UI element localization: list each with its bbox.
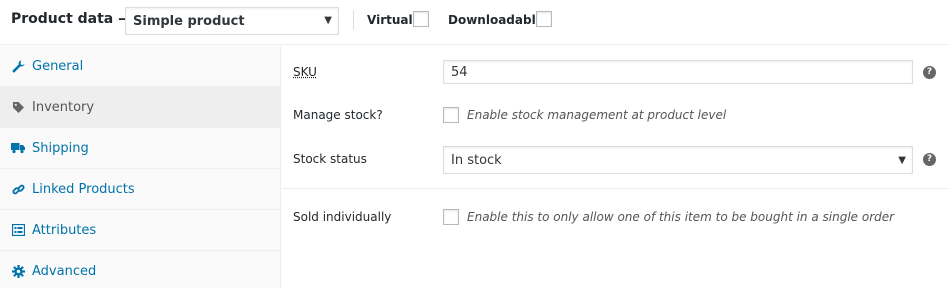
tab-general-label: General <box>32 59 84 74</box>
virtual-label: Virtual: <box>367 13 418 27</box>
truck-icon <box>11 140 25 156</box>
product-data-header: Product data — Simple product ▼ Virtual:… <box>0 0 949 45</box>
tag-icon <box>11 99 25 115</box>
stock-status-select[interactable]: In stock ▼ <box>443 146 913 174</box>
tab-general[interactable]: General <box>0 46 280 87</box>
tab-shipping[interactable]: Shipping <box>0 128 280 169</box>
product-type-value: Simple product <box>133 14 245 29</box>
product-data-tabs: General Inventory Shipping Linked Produc… <box>0 46 281 288</box>
downloadable-checkbox[interactable] <box>536 11 552 27</box>
sold-individually-label: Sold individually <box>293 210 392 224</box>
tab-shipping-label: Shipping <box>32 141 89 156</box>
chevron-down-icon: ▼ <box>324 15 332 26</box>
sold-individually-description: Enable this to only allow one of this it… <box>467 210 895 224</box>
sku-input[interactable]: 54 <box>443 60 913 84</box>
inventory-panel: SKU 54 ? Manage stock? Enable stock mana… <box>282 46 949 288</box>
wrench-icon <box>11 58 25 74</box>
sold-individually-checkbox[interactable] <box>443 209 459 225</box>
gear-icon <box>11 263 25 279</box>
stock-status-help-icon[interactable]: ? <box>923 153 936 166</box>
tab-linked-products[interactable]: Linked Products <box>0 169 280 210</box>
tab-advanced[interactable]: Advanced <box>0 251 280 288</box>
virtual-checkbox[interactable] <box>413 11 429 27</box>
chevron-down-icon: ▼ <box>898 155 906 166</box>
link-icon <box>11 181 25 197</box>
manage-stock-description: Enable stock management at product level <box>467 108 727 122</box>
sku-help-icon[interactable]: ? <box>923 66 936 79</box>
stock-status-label: Stock status <box>293 152 367 166</box>
manage-stock-label: Manage stock? <box>293 108 383 122</box>
sku-label: SKU <box>293 65 317 79</box>
tab-advanced-label: Advanced <box>32 264 97 279</box>
product-data-title: Product data — <box>11 11 133 27</box>
section-divider <box>282 188 949 189</box>
downloadable-label: Downloadable: <box>448 13 549 27</box>
sku-value: 54 <box>451 65 468 80</box>
header-divider <box>353 10 354 30</box>
tab-attributes-label: Attributes <box>32 223 97 238</box>
manage-stock-checkbox[interactable] <box>443 107 459 123</box>
tab-linked-products-label: Linked Products <box>32 182 135 197</box>
list-icon <box>11 222 25 238</box>
tab-inventory-label: Inventory <box>32 100 95 115</box>
tab-inventory[interactable]: Inventory <box>0 87 280 128</box>
stock-status-value: In stock <box>451 153 502 168</box>
product-type-select[interactable]: Simple product ▼ <box>125 7 339 35</box>
tab-attributes[interactable]: Attributes <box>0 210 280 251</box>
